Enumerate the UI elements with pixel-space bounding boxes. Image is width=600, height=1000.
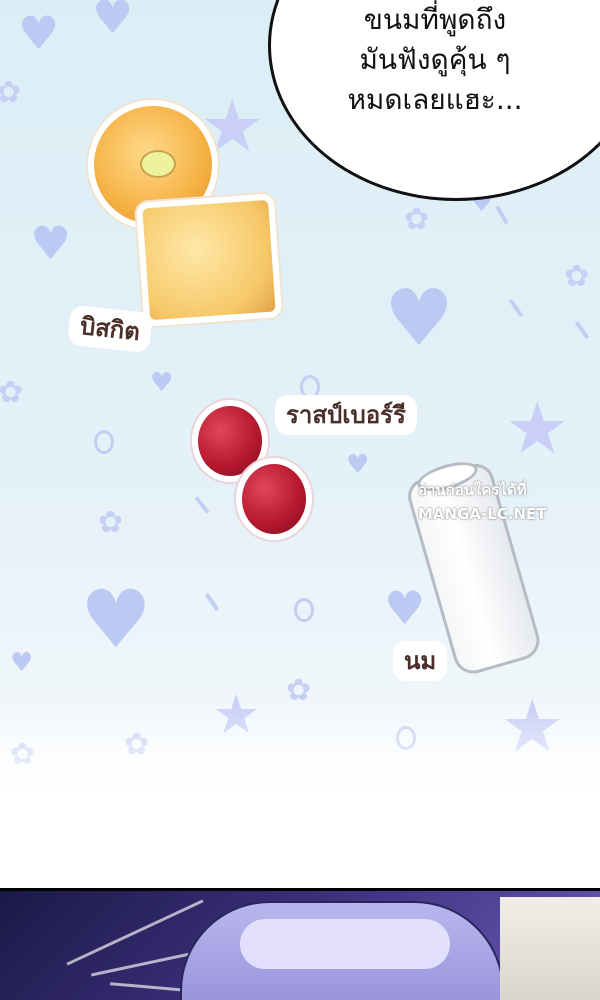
speech-bubble-text: ขนมที่พูดถึง มันฟังดูคุ้น ๆ หมดเลยแฮะ... [310,0,560,120]
flower-icon: ✿ [564,259,590,294]
flower-icon: ✿ [98,505,124,540]
heart-icon: ♥ [384,274,454,364]
circle-mark [294,598,314,622]
flower-icon: ✿ [0,75,22,110]
dash-mark [204,592,220,612]
dash-mark [508,298,524,318]
milk-label: นม [396,644,445,678]
heart-icon: ♥ [346,450,370,480]
night-panel [0,888,600,1000]
heart-icon: ♥ [30,216,72,270]
watermark: อ่านก่อนใครได้ที่ MANGA-LC.NET [418,478,594,526]
raspberry-illustration [236,458,312,540]
flower-icon: ✿ [404,202,430,237]
dash-mark [574,320,590,340]
comic-page: ♥ ♥ ✿ ★ ♥ ✿ ♥ ★ ♥ ✿ ♥ ★ ♥ ✿ ♥ ♥ ✿ ★ ♥ ✿ … [0,0,600,1000]
dash-mark [495,205,509,225]
speech-line: หมดเลยแฮะ... [347,83,523,116]
heart-icon: ♥ [10,648,34,678]
star-icon: ★ [505,386,570,470]
heart-icon: ♥ [80,573,152,666]
flower-icon: ✿ [0,375,24,410]
heart-icon: ♥ [92,0,134,44]
biscuit-label: บิสกิต [70,308,150,350]
circle-mark [94,430,114,454]
circle-mark [300,375,320,399]
heart-icon: ♥ [150,368,174,398]
raspberry-label: ราสป์เบอร์รี [278,398,414,432]
cookie-jam-center [140,150,176,178]
watermark-line: อ่านก่อนใครได้ที่ [418,481,527,499]
biscuit-illustration [135,193,283,327]
snack-panel: ♥ ♥ ✿ ★ ♥ ✿ ♥ ★ ♥ ✿ ♥ ★ ♥ ✿ ♥ ♥ ✿ ★ ♥ ✿ … [0,0,600,800]
heart-icon: ♥ [18,6,60,60]
speech-line: ขนมที่พูดถึง [363,3,507,36]
character-clothing [500,897,600,1000]
character-highlight [240,919,450,969]
watermark-line: MANGA-LC.NET [418,505,547,523]
dash-mark [194,495,210,515]
panel-fade [0,700,600,800]
heart-icon: ♥ [384,581,426,635]
speech-line: มันฟังดูคุ้น ๆ [359,43,511,76]
